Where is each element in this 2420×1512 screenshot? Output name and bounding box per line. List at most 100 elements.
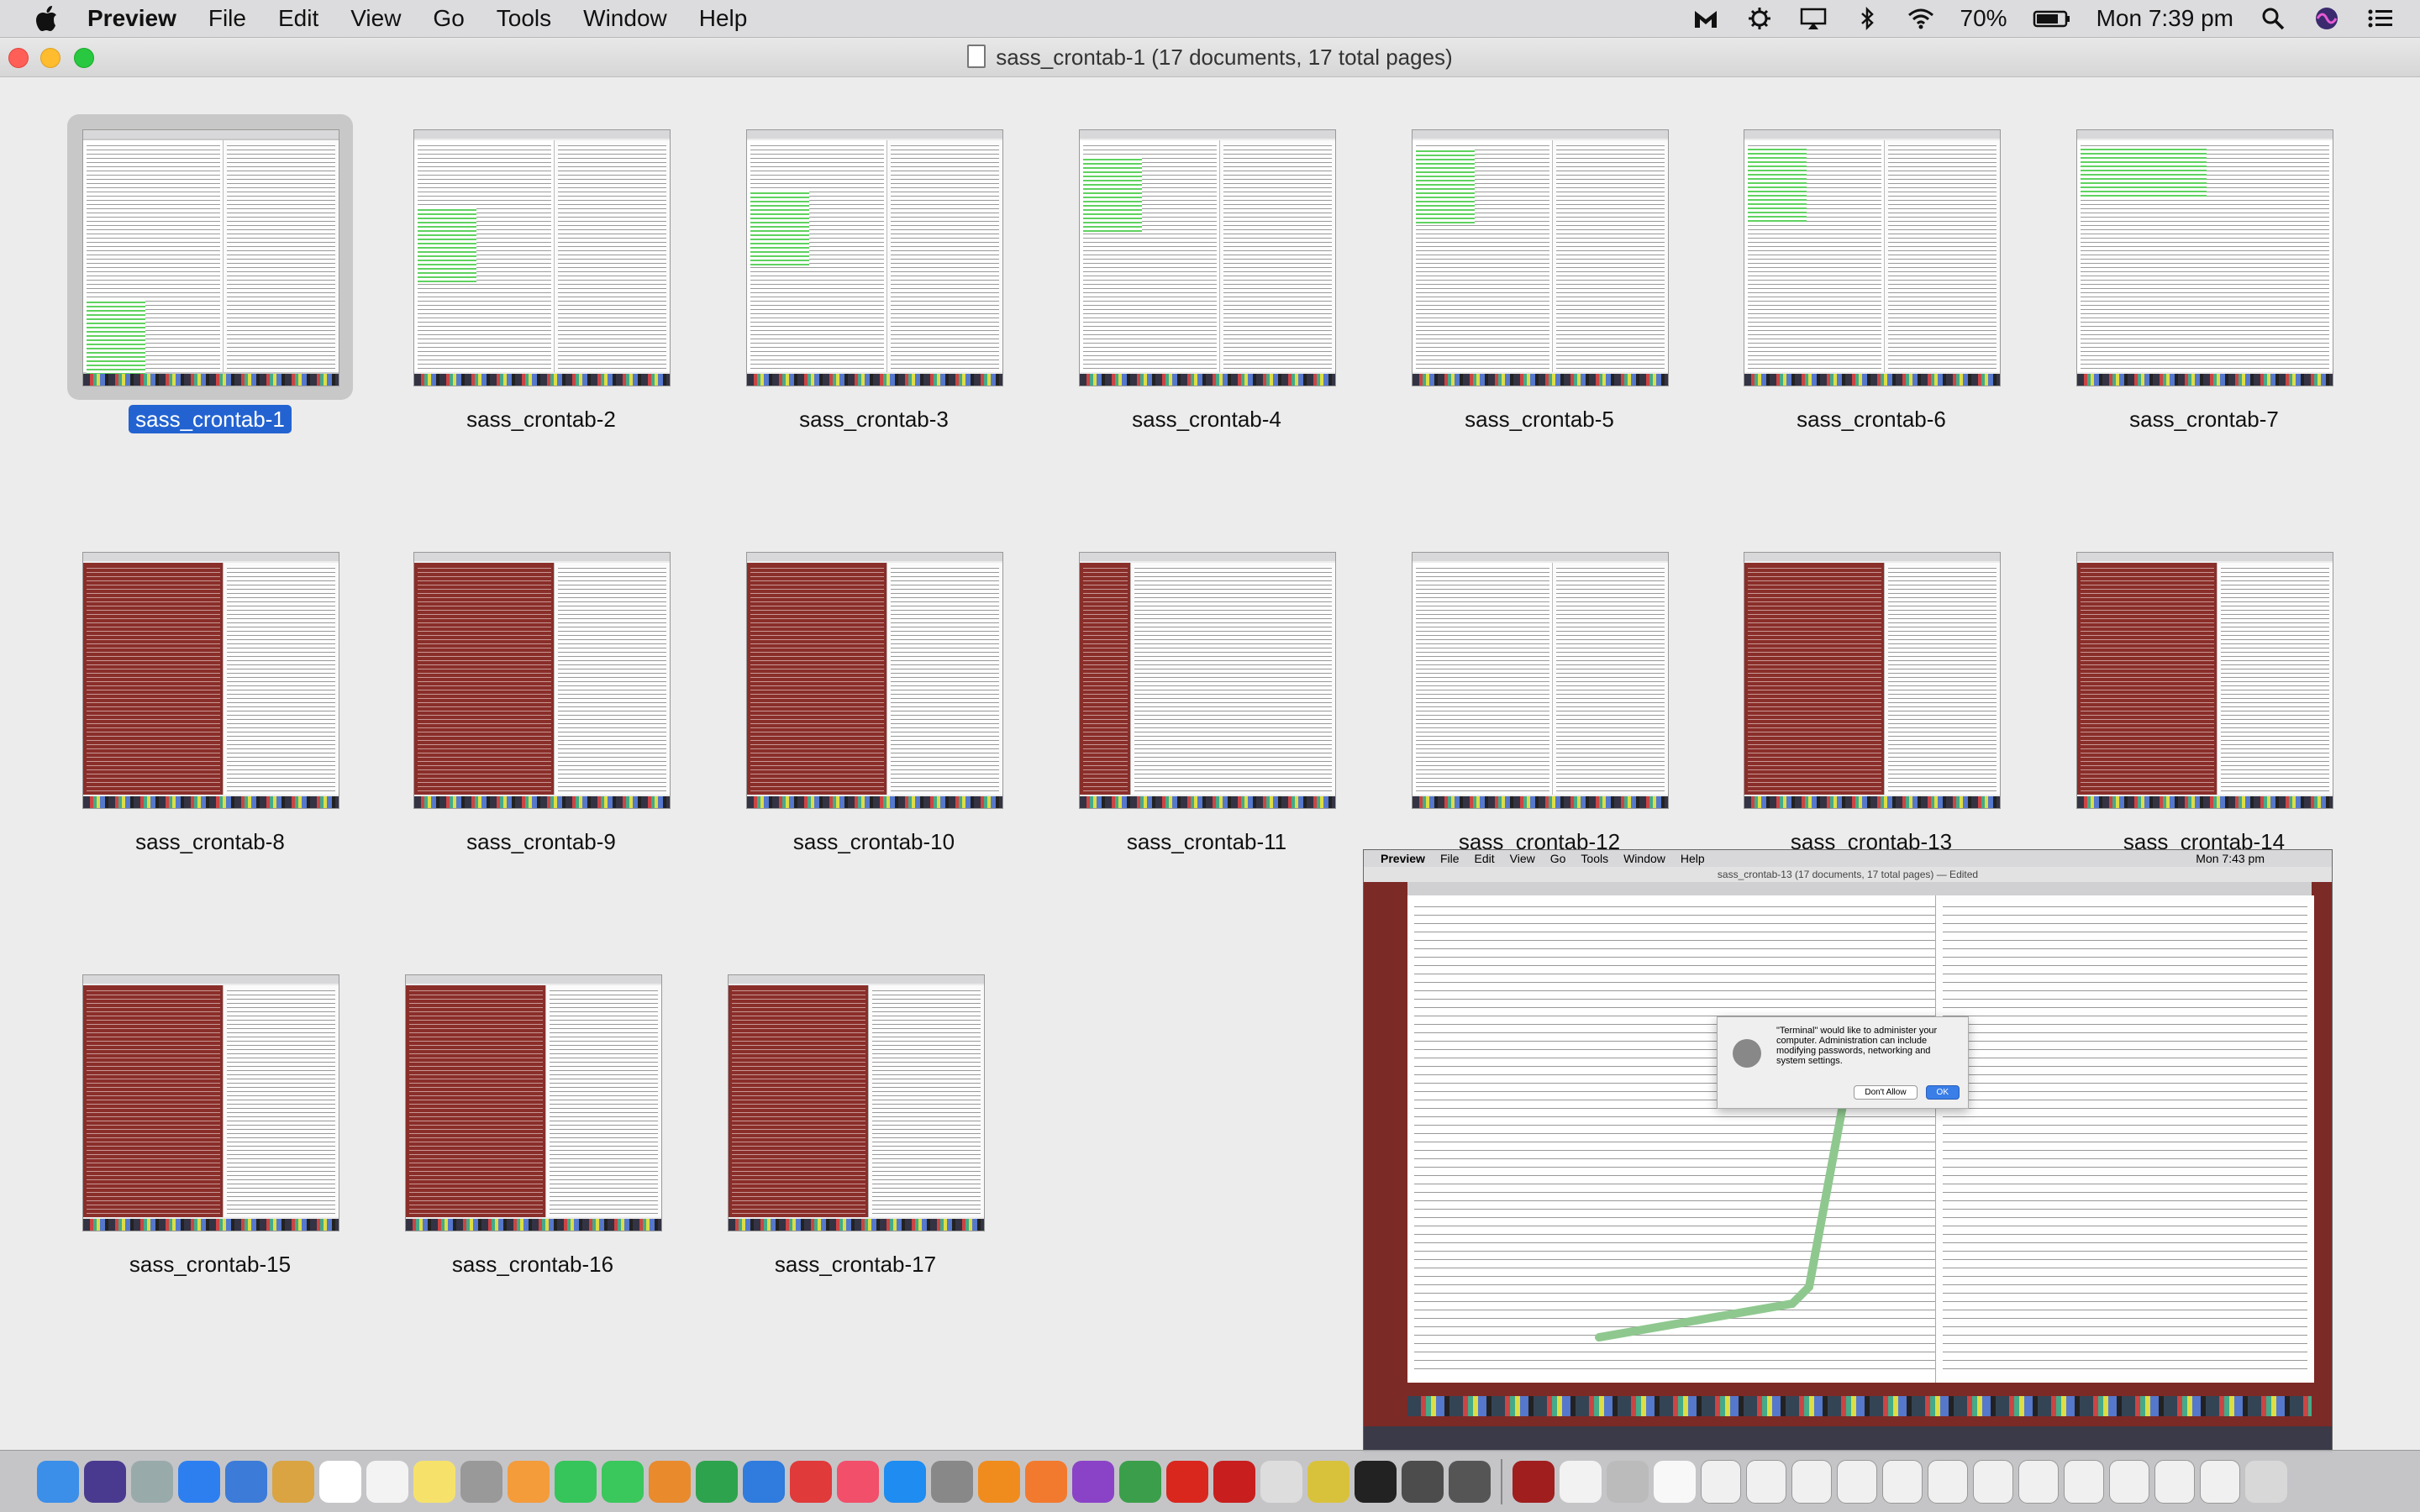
- terminal-icon[interactable]: [1355, 1460, 1397, 1503]
- thumbnail-label[interactable]: sass_crontab-5: [1378, 407, 1701, 433]
- preview-icon[interactable]: [225, 1460, 267, 1503]
- battery-icon[interactable]: [2033, 6, 2071, 31]
- thumbnail-label[interactable]: sass_crontab-2: [380, 407, 702, 433]
- thumbnail-label[interactable]: sass_crontab-1: [49, 405, 371, 433]
- books-icon[interactable]: [649, 1460, 691, 1503]
- menu-edit[interactable]: Edit: [278, 5, 318, 32]
- launchpad-icon[interactable]: [131, 1460, 173, 1503]
- dock-document-thumbnail[interactable]: [2154, 1459, 2195, 1504]
- script-editor-icon[interactable]: [460, 1460, 502, 1503]
- malwarebytes-icon[interactable]: [1691, 6, 1720, 31]
- notification-center-icon[interactable]: [2366, 6, 2395, 31]
- vpn-icon[interactable]: [1512, 1460, 1555, 1503]
- calendar-icon[interactable]: [319, 1460, 361, 1503]
- thumbnail-item[interactable]: sass_crontab-7: [2076, 129, 2333, 432]
- dock-document-thumbnail[interactable]: [1928, 1459, 1968, 1504]
- phpstorm-icon[interactable]: [1072, 1460, 1114, 1503]
- system-prefs-icon[interactable]: [931, 1460, 973, 1503]
- thumbnail-label[interactable]: sass_crontab-6: [1710, 407, 2033, 433]
- facetime-icon[interactable]: [602, 1460, 644, 1503]
- safari-icon[interactable]: [178, 1460, 220, 1503]
- thumbnail-label[interactable]: sass_crontab-3: [713, 407, 1035, 433]
- thumbnail-item[interactable]: sass_crontab-8: [82, 552, 339, 854]
- filezilla-icon[interactable]: [1213, 1460, 1255, 1503]
- image-icon[interactable]: [1607, 1460, 1649, 1503]
- thumbnail-label[interactable]: sass_crontab-8: [49, 829, 371, 855]
- thumbnail-item[interactable]: sass_crontab-6: [1744, 129, 2001, 432]
- dock-document-thumbnail[interactable]: [1746, 1459, 1786, 1504]
- menu-help[interactable]: Help: [699, 5, 748, 32]
- stickies-icon[interactable]: [413, 1460, 455, 1503]
- python-icon[interactable]: [1402, 1460, 1444, 1503]
- menu-window[interactable]: Window: [583, 5, 667, 32]
- menu-view[interactable]: View: [350, 5, 401, 32]
- thumbnail-item[interactable]: sass_crontab-9: [413, 552, 671, 854]
- thumbnail-item[interactable]: sass_crontab-17: [728, 974, 985, 1277]
- thumbnail-item[interactable]: sass_crontab-15: [82, 974, 339, 1277]
- title-bar[interactable]: sass_crontab-1 (17 documents, 17 total p…: [0, 38, 2420, 77]
- thumbnail-label[interactable]: sass_crontab-17: [694, 1252, 1017, 1278]
- thumbnail-label[interactable]: sass_crontab-4: [1045, 407, 1368, 433]
- thumbnail-label[interactable]: sass_crontab-7: [2043, 407, 2365, 433]
- thumbnail-item[interactable]: sass_crontab-12: [1412, 552, 1669, 854]
- dock-document-thumbnail[interactable]: [2200, 1459, 2240, 1504]
- textedit-icon[interactable]: [366, 1460, 408, 1503]
- dock-document-thumbnail[interactable]: [2018, 1459, 2059, 1504]
- dock-document-thumbnail[interactable]: [1791, 1459, 1832, 1504]
- airplay-icon[interactable]: [1799, 6, 1828, 31]
- dock-document-thumbnail[interactable]: [2064, 1459, 2104, 1504]
- gimp-icon[interactable]: [1260, 1460, 1302, 1503]
- thumbnail-item[interactable]: sass_crontab-11: [1079, 552, 1336, 854]
- thumbnail-item[interactable]: sass_crontab-16: [405, 974, 662, 1277]
- siri-icon[interactable]: [2312, 6, 2341, 31]
- trash-icon[interactable]: [2245, 1460, 2287, 1503]
- dock-document-thumbnail[interactable]: [1973, 1459, 2013, 1504]
- cyberduck-icon[interactable]: [1307, 1460, 1349, 1503]
- blocker-icon[interactable]: [790, 1460, 832, 1503]
- clock[interactable]: Mon 7:39 pm: [2096, 5, 2233, 32]
- menu-tools[interactable]: Tools: [497, 5, 551, 32]
- gear-bug-icon[interactable]: [1745, 6, 1774, 31]
- menu-file[interactable]: File: [208, 5, 246, 32]
- thumbnail-label[interactable]: sass_crontab-15: [49, 1252, 371, 1278]
- vlc-icon[interactable]: [978, 1460, 1020, 1503]
- thumbnail-item[interactable]: sass_crontab-5: [1412, 129, 1669, 432]
- thumbnail-item[interactable]: sass_crontab-4: [1079, 129, 1336, 432]
- quicklook-preview[interactable]: Preview File Edit View Go Tools Window H…: [1363, 849, 2333, 1452]
- menu-go[interactable]: Go: [433, 5, 464, 32]
- thumbnail-label[interactable]: sass_crontab-16: [371, 1252, 694, 1278]
- photos-icon[interactable]: [508, 1460, 550, 1503]
- chrome-icon[interactable]: [1119, 1460, 1161, 1503]
- messages-icon[interactable]: [555, 1460, 597, 1503]
- firefox-icon[interactable]: [1025, 1460, 1067, 1503]
- bluetooth-icon[interactable]: [1853, 6, 1881, 31]
- dock-document-thumbnail[interactable]: [1882, 1459, 1923, 1504]
- apple-icon[interactable]: [35, 5, 59, 32]
- wifi-icon[interactable]: [1907, 6, 1935, 31]
- keynote-icon[interactable]: [743, 1460, 785, 1503]
- thumbnail-item[interactable]: sass_crontab-13: [1744, 552, 2001, 854]
- dock-document-thumbnail[interactable]: [1701, 1459, 1741, 1504]
- search-icon[interactable]: [2259, 6, 2287, 31]
- app-store-icon[interactable]: [884, 1460, 926, 1503]
- thumbnail-item[interactable]: sass_crontab-3: [746, 129, 1003, 432]
- thumbnail-label[interactable]: sass_crontab-11: [1045, 829, 1368, 855]
- numbers-icon[interactable]: [696, 1460, 738, 1503]
- atom-icon[interactable]: [1560, 1460, 1602, 1503]
- dock-document-thumbnail[interactable]: [2109, 1459, 2149, 1504]
- thumbnail-label[interactable]: sass_crontab-9: [380, 829, 702, 855]
- notes-icon[interactable]: [272, 1460, 314, 1503]
- dock-document-thumbnail[interactable]: [1837, 1459, 1877, 1504]
- menu-app-preview[interactable]: Preview: [87, 5, 176, 32]
- thumbnail-label[interactable]: sass_crontab-10: [713, 829, 1035, 855]
- battery-percent[interactable]: 70%: [1960, 5, 2007, 32]
- music-icon[interactable]: [837, 1460, 879, 1503]
- finder-icon[interactable]: [37, 1460, 79, 1503]
- utilities-icon[interactable]: [1449, 1460, 1491, 1503]
- siri-icon[interactable]: [84, 1460, 126, 1503]
- opera-icon[interactable]: [1166, 1460, 1208, 1503]
- thumbnail-item[interactable]: sass_crontab-14: [2076, 552, 2333, 854]
- thumbnail-item[interactable]: sass_crontab-10: [746, 552, 1003, 854]
- document-icon[interactable]: [1654, 1460, 1696, 1503]
- thumbnail-item[interactable]: sass_crontab-2: [413, 129, 671, 432]
